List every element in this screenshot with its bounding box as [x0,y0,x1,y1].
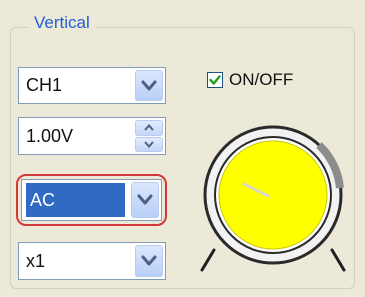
group-title: Vertical [28,12,96,34]
coupling-select-value: AC [26,183,125,217]
vertical-panel: Vertical CH1 ON/OFF 1.00V AC x1 [0,0,365,297]
onoff-checkbox[interactable]: ON/OFF [207,70,293,90]
position-knob-icon[interactable] [192,118,354,278]
probe-select-value: x1 [26,250,46,271]
onoff-label: ON/OFF [229,70,294,89]
chevron-down-icon[interactable] [135,70,163,101]
chevron-down-icon[interactable] [131,182,159,218]
coupling-select[interactable]: AC [21,179,162,221]
volts-div-spinner[interactable]: 1.00V [18,117,166,155]
channel-select-value: CH1 [26,75,63,95]
volts-div-value: 1.00V [26,125,74,146]
spin-up-icon[interactable] [135,120,163,136]
position-knob[interactable] [192,118,354,278]
probe-select[interactable]: x1 [18,242,166,280]
spin-down-icon[interactable] [135,136,163,152]
chevron-down-icon[interactable] [135,245,163,277]
checkmark-icon[interactable] [207,72,223,88]
spinner-buttons [135,120,163,152]
channel-select[interactable]: CH1 [18,67,166,104]
